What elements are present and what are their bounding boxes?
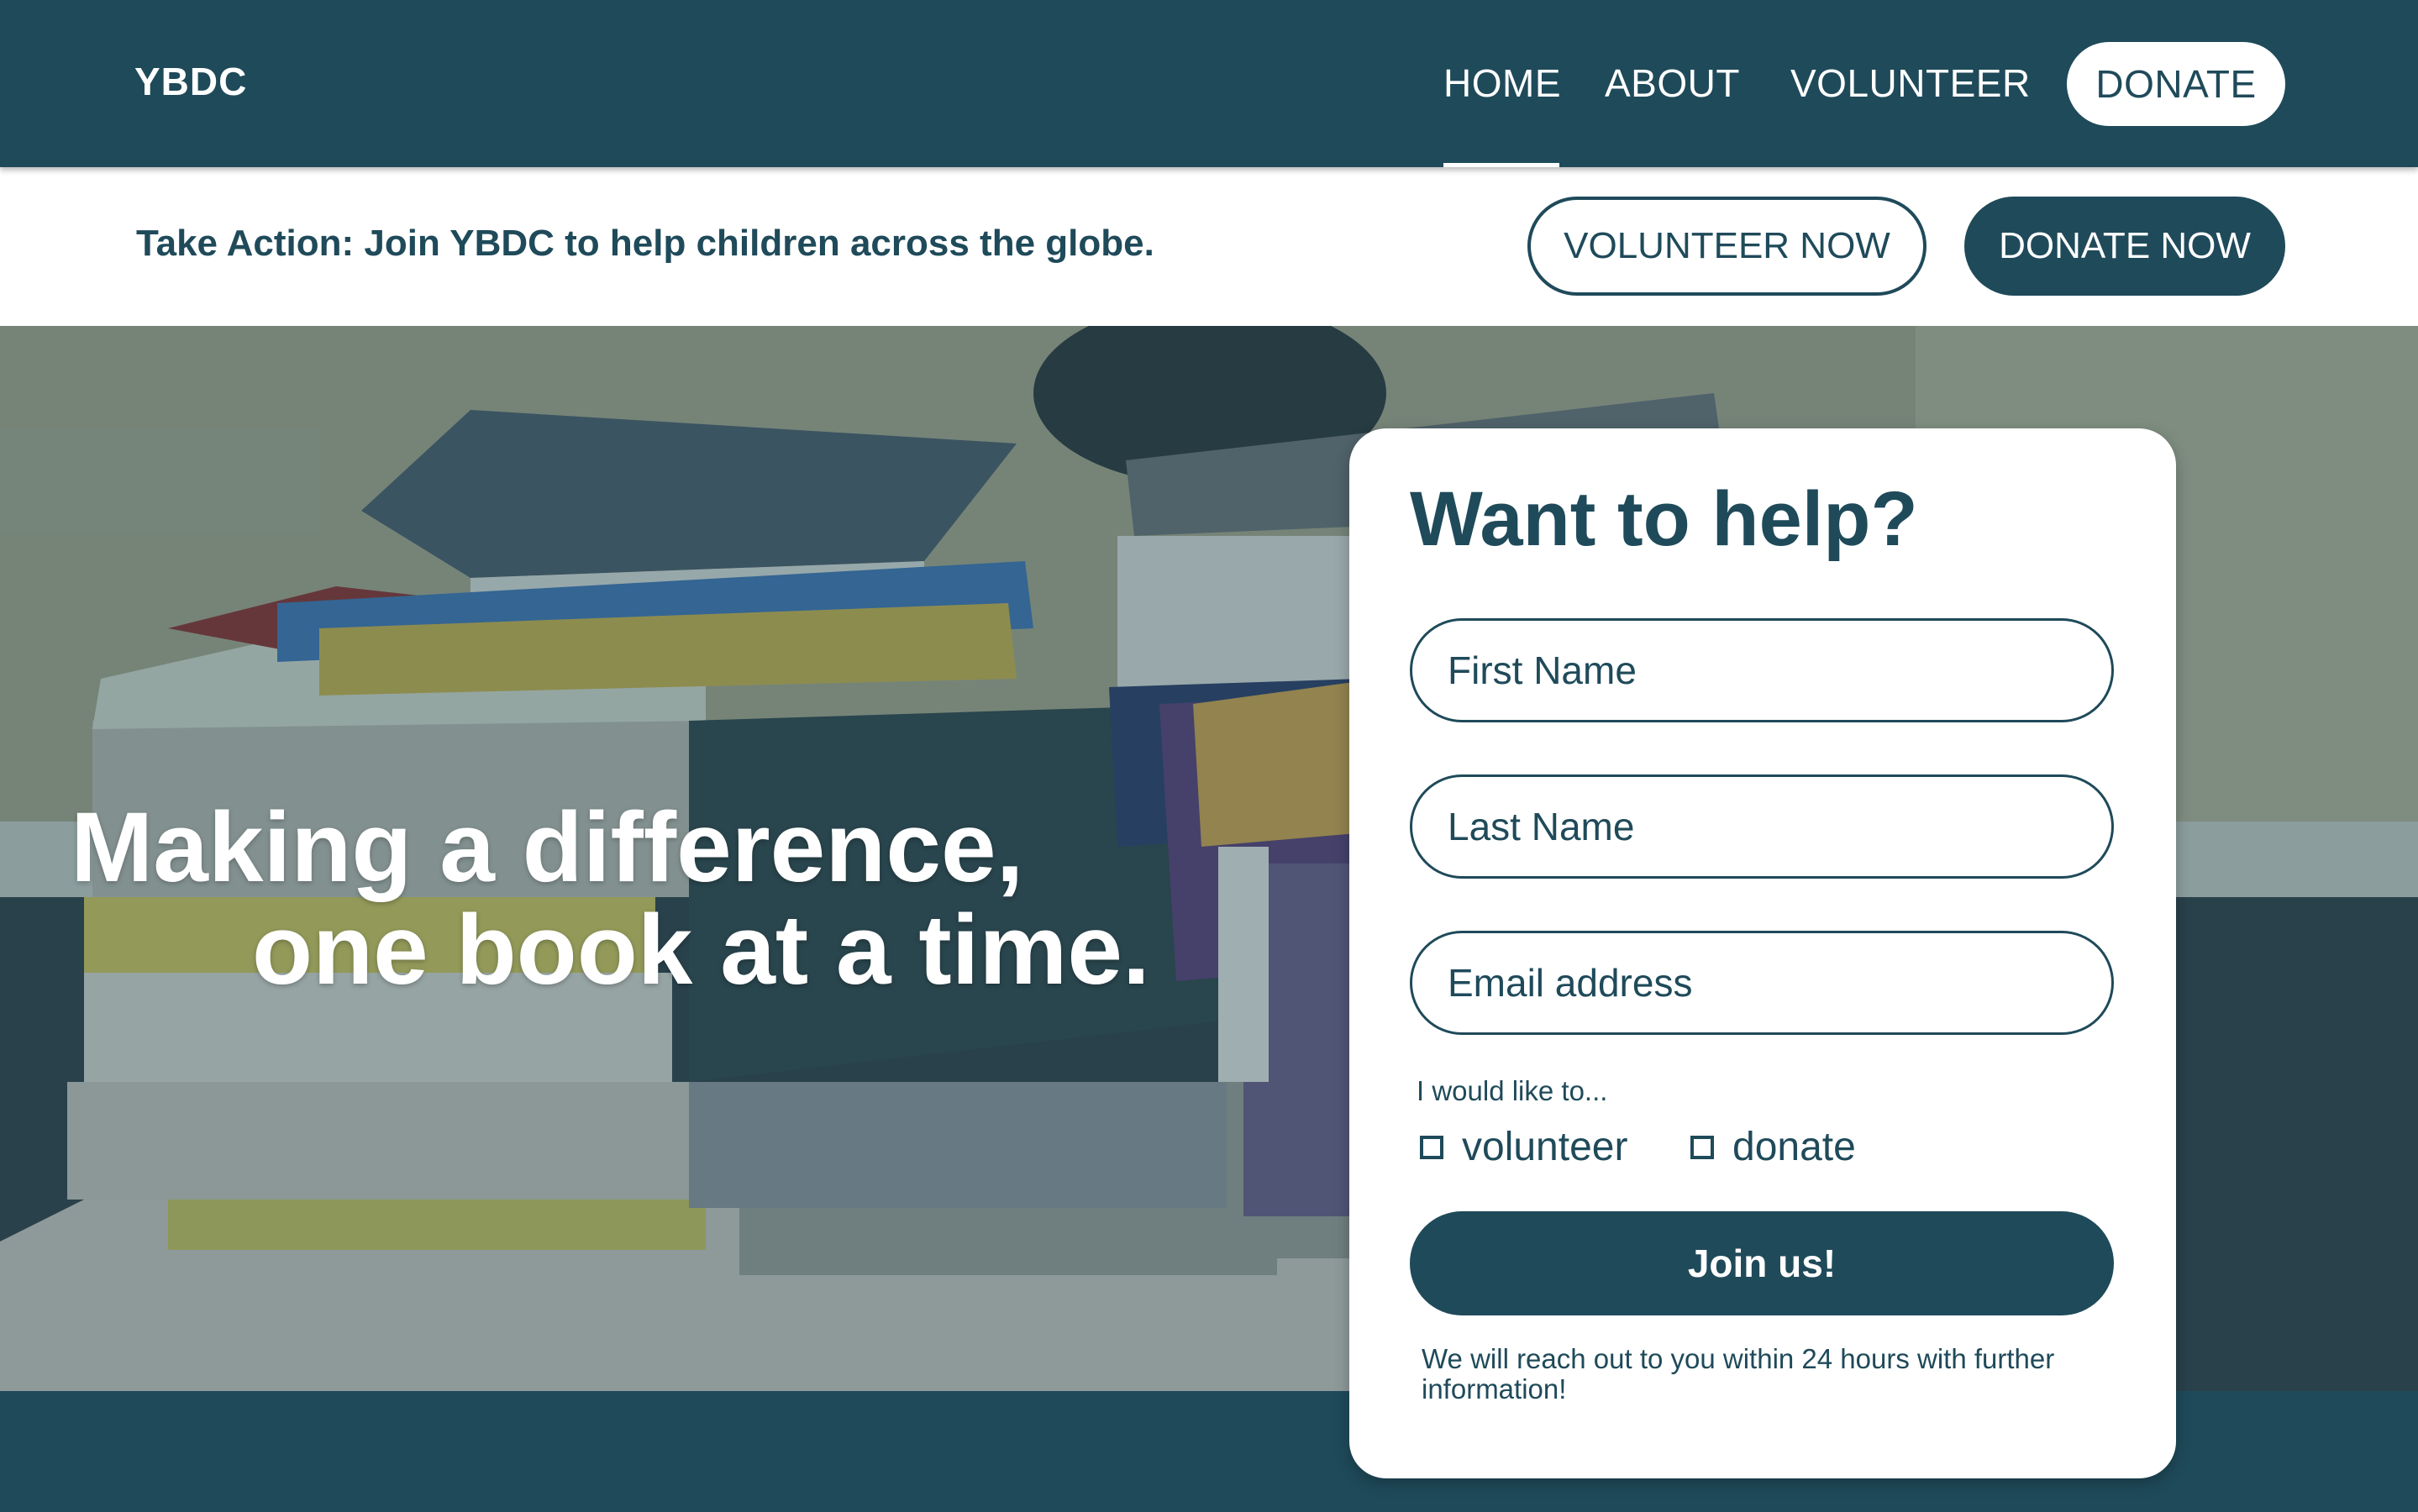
nav-volunteer[interactable]: VOLUNTEER: [1790, 60, 2031, 106]
volunteer-option-label: volunteer: [1462, 1125, 1628, 1169]
last-name-input[interactable]: [1412, 777, 2111, 876]
page: YBDC HOME ABOUT VOLUNTEER DONATE Take Ac…: [0, 0, 2418, 1512]
options-label: I would like to...: [1417, 1075, 1608, 1106]
last-name-field[interactable]: [1410, 774, 2114, 879]
email-field[interactable]: [1410, 931, 2114, 1035]
form-note: We will reach out to you within 24 hours…: [1422, 1343, 2055, 1404]
volunteer-option[interactable]: volunteer: [1420, 1124, 1627, 1170]
volunteer-now-button[interactable]: VOLUNTEER NOW: [1527, 197, 1927, 296]
nav-donate-button[interactable]: DONATE: [2067, 42, 2285, 126]
active-nav-indicator: [1443, 163, 1559, 167]
top-nav-bar: YBDC HOME ABOUT VOLUNTEER DONATE: [0, 0, 2418, 167]
donate-now-button[interactable]: DONATE NOW: [1964, 197, 2285, 296]
action-bar-text: Take Action: Join YBDC to help children …: [136, 223, 1154, 264]
hero-headline: Making a difference, one book at a time.: [71, 796, 1150, 1001]
site-logo[interactable]: YBDC: [134, 59, 247, 104]
first-name-input[interactable]: [1412, 621, 2111, 720]
action-bar: Take Action: Join YBDC to help children …: [0, 167, 2418, 326]
join-us-button[interactable]: Join us!: [1410, 1211, 2114, 1315]
donate-option-label: donate: [1732, 1125, 1856, 1169]
first-name-field[interactable]: [1410, 618, 2114, 722]
nav-about[interactable]: ABOUT: [1605, 60, 1740, 106]
donate-option[interactable]: donate: [1690, 1124, 1856, 1170]
form-title: Want to help?: [1410, 476, 1918, 562]
hero-headline-line-1: Making a difference,: [71, 792, 1024, 903]
hero-headline-line-2: one book at a time.: [252, 895, 1150, 1005]
donate-checkbox[interactable]: [1690, 1135, 1714, 1159]
nav-home[interactable]: HOME: [1443, 60, 1561, 106]
email-input[interactable]: [1412, 933, 2111, 1032]
signup-form-card: Want to help? I would like to... volunte…: [1349, 428, 2176, 1478]
volunteer-checkbox[interactable]: [1420, 1135, 1443, 1159]
